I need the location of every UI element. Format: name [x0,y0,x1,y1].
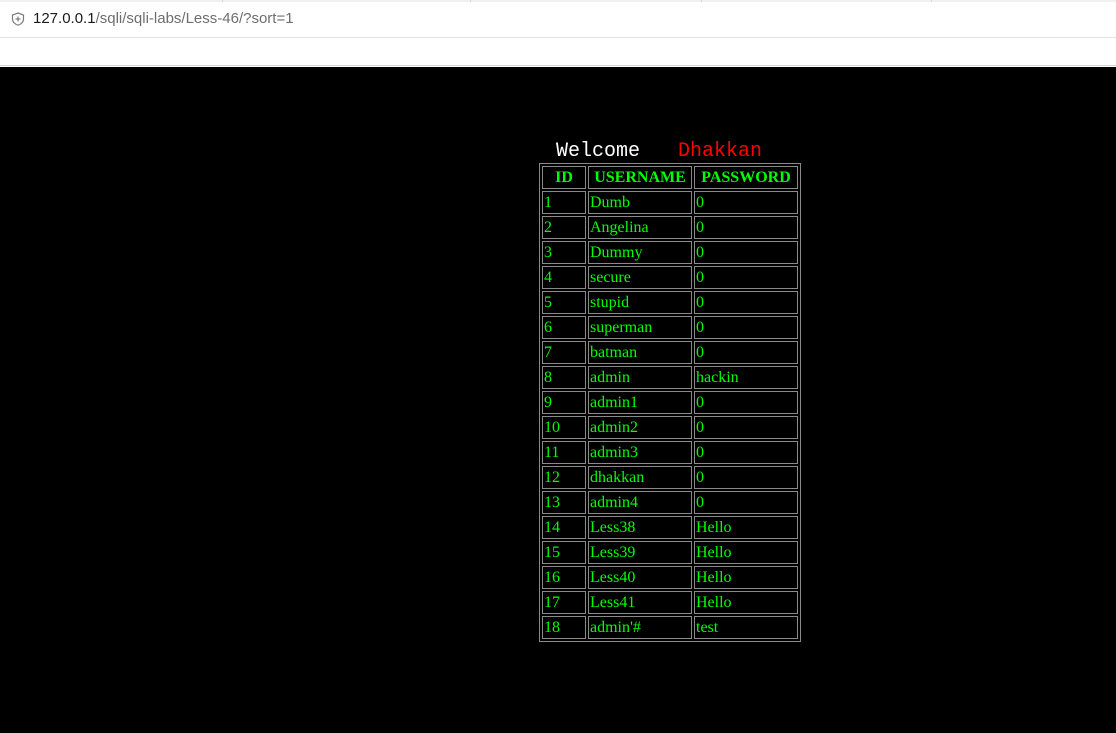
cell-id: 8 [542,366,586,389]
cell-username: Dummy [588,241,692,264]
cell-id: 10 [542,416,586,439]
header-password: PASSWORD [694,166,798,189]
cell-id: 11 [542,441,586,464]
table-row: 15 Less39 Hello [542,541,798,564]
cell-username: Angelina [588,216,692,239]
cell-username: stupid [588,291,692,314]
header-id: ID [542,166,586,189]
cell-password: Hello [694,566,798,589]
cell-password: 0 [694,216,798,239]
cell-id: 9 [542,391,586,414]
cell-id: 5 [542,291,586,314]
cell-username: admin3 [588,441,692,464]
table-row: 11 admin3 0 [542,441,798,464]
table-header-row: ID USERNAME PASSWORD [542,166,798,189]
cell-id: 2 [542,216,586,239]
cell-username: Less38 [588,516,692,539]
cell-password: 0 [694,316,798,339]
cell-username: Less39 [588,541,692,564]
cell-password: 0 [694,191,798,214]
cell-id: 14 [542,516,586,539]
cell-password: 0 [694,491,798,514]
address-path: /sqli/sqli-labs/Less-46/?sort=1 [95,10,294,27]
bookmarks-strip [0,38,1116,66]
cell-password: 0 [694,466,798,489]
cell-id: 16 [542,566,586,589]
cell-password: test [694,616,798,639]
cell-id: 17 [542,591,586,614]
cell-password: hackin [694,366,798,389]
cell-id: 6 [542,316,586,339]
cell-password: Hello [694,541,798,564]
cell-username: admin1 [588,391,692,414]
page-content: Welcome Dhakkan ID USERNAME PASSWORD 1 Dum… [0,67,1116,733]
cell-id: 7 [542,341,586,364]
cell-id: 13 [542,491,586,514]
cell-username: admin4 [588,491,692,514]
cell-username: Less40 [588,566,692,589]
table-row: 8 admin hackin [542,366,798,389]
table-row: 13 admin4 0 [542,491,798,514]
table-row: 10 admin2 0 [542,416,798,439]
cell-username: batman [588,341,692,364]
table-row: 12 dhakkan 0 [542,466,798,489]
address-url[interactable]: 127.0.0.1/sqli/sqli-labs/Less-46/?sort=1 [33,10,294,28]
table-row: 5 stupid 0 [542,291,798,314]
cell-password: 0 [694,266,798,289]
cell-username: Dumb [588,191,692,214]
cell-username: admin2 [588,416,692,439]
cell-password: 0 [694,391,798,414]
table-row: 16 Less40 Hello [542,566,798,589]
cell-password: 0 [694,416,798,439]
cell-id: 1 [542,191,586,214]
cell-password: 0 [694,441,798,464]
shield-info-icon[interactable] [11,12,25,26]
cell-password: 0 [694,241,798,264]
cell-username: admin'# [588,616,692,639]
table-row: 1 Dumb 0 [542,191,798,214]
cell-password: Hello [694,591,798,614]
cell-username: secure [588,266,692,289]
cell-password: 0 [694,341,798,364]
table-row: 6 superman 0 [542,316,798,339]
address-bar[interactable]: 127.0.0.1/sqli/sqli-labs/Less-46/?sort=1 [0,0,1116,38]
cell-id: 3 [542,241,586,264]
table-row: 2 Angelina 0 [542,216,798,239]
cell-id: 4 [542,266,586,289]
cell-id: 15 [542,541,586,564]
table-row: 4 secure 0 [542,266,798,289]
header-username: USERNAME [588,166,692,189]
cell-username: admin [588,366,692,389]
users-table: ID USERNAME PASSWORD 1 Dumb 0 2 Angelina 0 3 Du… [539,163,801,642]
cell-password: Hello [694,516,798,539]
welcome-line: Welcome Dhakkan [556,140,762,164]
table-row: 7 batman 0 [542,341,798,364]
cell-password: 0 [694,291,798,314]
table-row: 3 Dummy 0 [542,241,798,264]
tab-strip-edge [0,0,1116,2]
welcome-name: Dhakkan [678,140,763,163]
address-host: 127.0.0.1 [33,10,96,27]
table-row: 17 Less41 Hello [542,591,798,614]
table-row: 18 admin'# test [542,616,798,639]
cell-id: 12 [542,466,586,489]
table-row: 9 admin1 0 [542,391,798,414]
cell-username: superman [588,316,692,339]
welcome-label: Welcome [556,140,641,163]
cell-id: 18 [542,616,586,639]
cell-username: Less41 [588,591,692,614]
cell-username: dhakkan [588,466,692,489]
table-row: 14 Less38 Hello [542,516,798,539]
